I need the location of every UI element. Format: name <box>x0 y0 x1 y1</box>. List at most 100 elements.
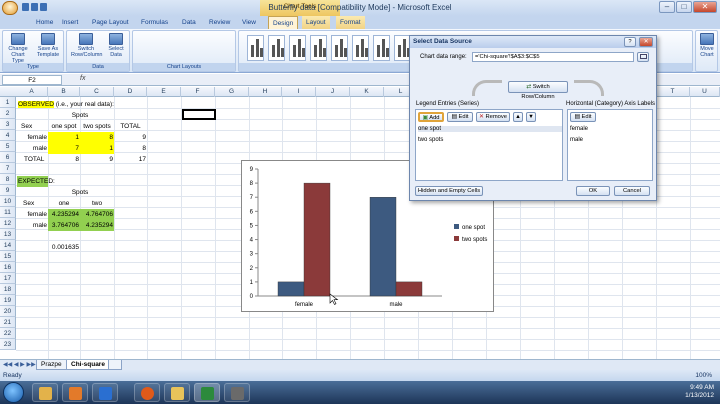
taskbar-explorer-icon[interactable] <box>32 383 58 402</box>
cell-c3[interactable]: two spots <box>80 121 114 132</box>
cell-b2[interactable]: Spots <box>48 110 112 121</box>
taskbar-folder-icon[interactable] <box>164 383 190 402</box>
cell-b5[interactable]: 7 <box>48 143 80 154</box>
chart-style-4[interactable] <box>310 35 327 61</box>
cell-c6[interactable]: 9 <box>80 154 114 165</box>
row-header-5[interactable]: 5 <box>0 141 16 152</box>
chart-style-2[interactable] <box>268 35 285 61</box>
tab-layout[interactable]: Layout <box>302 16 330 29</box>
row-header-6[interactable]: 6 <box>0 152 16 163</box>
cell-a4[interactable]: female <box>17 132 48 143</box>
dialog-close-button[interactable]: ✕ <box>639 37 653 47</box>
edit-series-button[interactable]: ▤ Edit <box>447 112 473 122</box>
sheet-tab-chi-square[interactable]: Chi-square <box>66 360 110 370</box>
fx-icon[interactable]: fx <box>80 75 85 82</box>
cell-b3[interactable]: one spot <box>48 121 80 132</box>
row-header-11[interactable]: 11 <box>0 207 16 218</box>
move-chart-button[interactable]: Move Chart <box>696 33 718 65</box>
cell-b10[interactable]: one <box>48 198 80 209</box>
cell-d3[interactable]: TOTAL <box>114 121 147 132</box>
row-header-1[interactable]: 1 <box>0 97 16 108</box>
row-header-22[interactable]: 22 <box>0 328 16 339</box>
cell-a5[interactable]: male <box>17 143 48 154</box>
row-header-7[interactable]: 7 <box>0 163 16 174</box>
row-header-13[interactable]: 13 <box>0 229 16 240</box>
tab-format[interactable]: Format <box>336 16 365 29</box>
row-header-2[interactable]: 2 <box>0 108 16 119</box>
chart-style-5[interactable] <box>331 35 348 61</box>
tab-data[interactable]: Data <box>178 16 200 29</box>
tab-design[interactable]: Design <box>268 16 299 29</box>
sheet-nav-icon[interactable]: ◀◀ ◀ ▶ ▶▶ <box>3 361 36 368</box>
cell-c5[interactable]: 1 <box>80 143 114 154</box>
ok-button[interactable]: OK <box>576 186 610 196</box>
tab-formulas[interactable]: Formulas <box>137 16 172 29</box>
hidden-empty-cells-button[interactable]: Hidden and Empty Cells <box>415 186 483 196</box>
taskbar-word-icon[interactable] <box>224 383 250 402</box>
start-button[interactable] <box>3 382 24 403</box>
column-header-a[interactable]: A <box>16 87 48 97</box>
cell-b6[interactable]: 8 <box>48 154 80 165</box>
row-header-12[interactable]: 12 <box>0 218 16 229</box>
row-header-4[interactable]: 4 <box>0 130 16 141</box>
cell-c4[interactable]: 8 <box>80 132 114 143</box>
column-header-u[interactable]: U <box>690 87 720 97</box>
chart-style-7[interactable] <box>373 35 390 61</box>
row-header-8[interactable]: 8 <box>0 174 16 185</box>
close-button[interactable]: ✕ <box>693 1 717 13</box>
cell-d6[interactable]: 17 <box>114 154 147 165</box>
cell-b14[interactable]: 0.001635 <box>48 242 80 253</box>
cell-c12[interactable]: 4.235294 <box>80 220 114 231</box>
category-item-male[interactable]: male <box>570 137 583 143</box>
change-chart-type-button[interactable]: Change Chart Type <box>5 33 31 65</box>
series-item-two-spots[interactable]: two spots <box>418 137 443 143</box>
system-clock[interactable]: 9:49 AM 1/13/2012 <box>685 384 714 400</box>
column-header-b[interactable]: B <box>48 87 80 97</box>
cell-d5[interactable]: 8 <box>114 143 147 154</box>
cell-a12[interactable]: male <box>17 220 48 231</box>
cell-b12[interactable]: 3.764706 <box>48 220 80 231</box>
column-header-c[interactable]: C <box>80 87 114 97</box>
column-header-j[interactable]: J <box>316 87 350 97</box>
name-box[interactable]: F2 <box>2 75 62 85</box>
cell-c11[interactable]: 4.764706 <box>80 209 114 220</box>
cell-a8[interactable]: EXPECTED: <box>17 176 55 187</box>
cell-a1[interactable]: OBSERVED (i.e., your real data): <box>17 99 114 110</box>
switch-row-column-ribbon-button[interactable]: Switch Row/Column <box>71 33 102 65</box>
cell-a10[interactable]: Sex <box>22 198 48 209</box>
column-header-e[interactable]: E <box>147 87 181 97</box>
row-header-21[interactable]: 21 <box>0 317 16 328</box>
cell-c10[interactable]: two <box>80 198 114 209</box>
cancel-button[interactable]: Cancel <box>614 186 650 196</box>
range-collapse-button[interactable] <box>637 52 649 62</box>
active-cell-f2[interactable] <box>182 109 216 120</box>
column-header-g[interactable]: G <box>215 87 249 97</box>
cell-a6[interactable]: TOTAL <box>23 154 48 165</box>
column-header-d[interactable]: D <box>114 87 147 97</box>
chart-style-1[interactable] <box>247 35 264 61</box>
row-header-15[interactable]: 15 <box>0 251 16 262</box>
minimize-button[interactable]: – <box>659 1 675 13</box>
chart-style-3[interactable] <box>289 35 306 61</box>
row-header-3[interactable]: 3 <box>0 119 16 130</box>
save-as-template-button[interactable]: Save As Template <box>35 33 61 65</box>
dialog-help-button[interactable]: ? <box>624 37 636 47</box>
taskbar-media-player-icon[interactable] <box>92 383 118 402</box>
chart-data-range-input[interactable]: ='Chi-square'!$A$3:$C$5 <box>472 52 634 62</box>
series-item-one-spot[interactable]: one spot <box>418 126 562 132</box>
row-header-14[interactable]: 14 <box>0 240 16 251</box>
chart-style-6[interactable] <box>352 35 369 61</box>
category-item-female[interactable]: female <box>570 126 588 132</box>
column-header-k[interactable]: K <box>350 87 384 97</box>
select-data-button[interactable]: Select Data <box>103 33 129 65</box>
column-header-t[interactable]: T <box>656 87 690 97</box>
row-header-23[interactable]: 23 <box>0 339 16 350</box>
column-header-i[interactable]: I <box>282 87 316 97</box>
tab-home[interactable]: Home <box>32 16 57 29</box>
cell-a3[interactable]: Sex <box>20 121 48 132</box>
row-header-18[interactable]: 18 <box>0 284 16 295</box>
cell-b11[interactable]: 4.235294 <box>48 209 80 220</box>
cell-b4[interactable]: 1 <box>48 132 80 143</box>
column-header-f[interactable]: F <box>181 87 215 97</box>
row-header-17[interactable]: 17 <box>0 273 16 284</box>
